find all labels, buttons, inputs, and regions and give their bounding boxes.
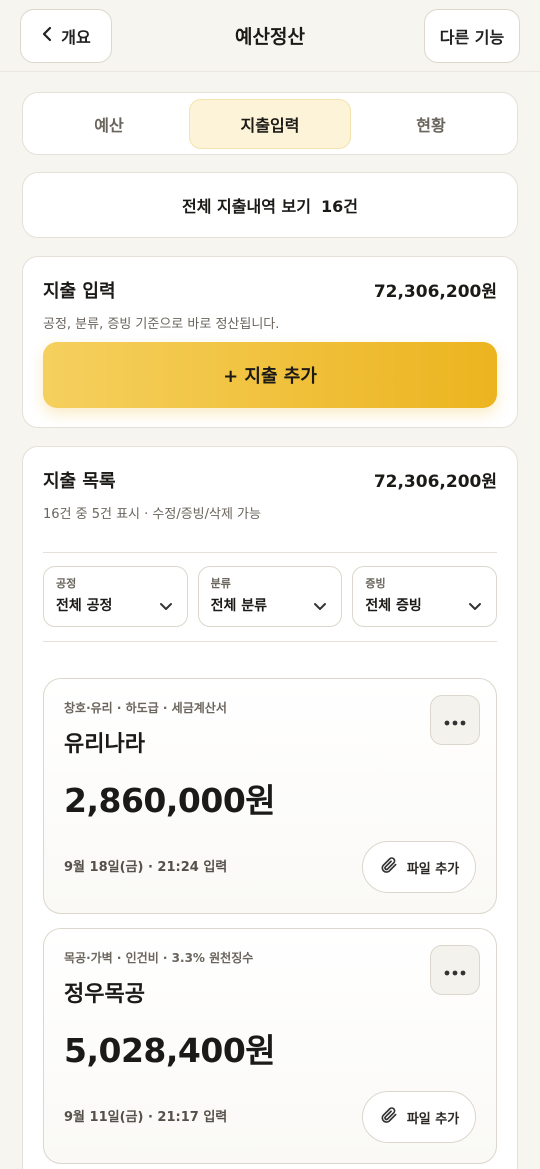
tab-budget[interactable]: 예산 — [29, 99, 189, 149]
expense-meta: 창호·유리 · 하도급 · 세금계산서 — [64, 701, 227, 715]
chevron-down-icon — [468, 597, 482, 616]
add-expense-button[interactable]: + 지출 추가 — [43, 342, 497, 408]
add-file-label: 파일 추가 — [406, 861, 460, 877]
add-file-button[interactable]: 파일 추가 — [362, 1091, 476, 1143]
view-all-count: 16건 — [320, 197, 358, 216]
tab-status[interactable]: 현황 — [351, 99, 511, 149]
paperclip-icon — [379, 1105, 399, 1129]
tab-bar: 예산 지출입력 현황 — [22, 92, 518, 155]
expense-list-section: 지출 목록 72,306,200원 16건 중 5건 표시 · 수정/증빙/삭제… — [22, 446, 518, 1169]
expense-vendor: 유리나라 — [64, 732, 145, 757]
chevron-down-icon — [313, 597, 327, 616]
view-all-label: 전체 지출내역 보기 — [182, 197, 311, 216]
expense-date: 9월 18일(금) · 21:24 입력 — [64, 860, 228, 875]
process-filter-select[interactable]: 공정 전체 공정 — [43, 566, 188, 627]
entry-total-amount: 72,306,200원 — [373, 282, 497, 302]
add-file-button[interactable]: 파일 추가 — [362, 841, 476, 893]
ellipsis-icon — [444, 961, 466, 980]
chevron-down-icon — [159, 597, 173, 616]
entry-section-subtitle: 공정, 분류, 증빙 기준으로 바로 정산됩니다. — [43, 317, 280, 332]
list-section-title: 지출 목록 — [43, 471, 116, 492]
expense-meta: 목공·가벽 · 인건비 · 3.3% 원천징수 — [64, 951, 254, 965]
list-total-amount: 72,306,200원 — [373, 472, 497, 492]
filter-label: 분류 — [210, 577, 231, 590]
expense-entry-section: 지출 입력 72,306,200원 공정, 분류, 증빙 기준으로 바로 정산됩… — [22, 256, 518, 428]
expense-card[interactable]: 목공·가벽 · 인건비 · 3.3% 원천징수 정우목공 5,028,400원 … — [43, 928, 497, 1164]
expense-card[interactable]: 창호·유리 · 하도급 · 세금계산서 유리나라 2,860,000원 9월 1… — [43, 678, 497, 914]
filter-label: 증빙 — [365, 577, 386, 590]
evidence-filter-select[interactable]: 증빙 전체 증빙 — [352, 566, 498, 627]
expense-amount: 2,860,000원 — [64, 781, 276, 820]
filter-row: 공정 전체 공정 분류 전체 분류 증빙 전체 증빙 — [43, 566, 498, 627]
expense-vendor: 정우목공 — [64, 982, 145, 1007]
category-filter-select[interactable]: 분류 전체 분류 — [197, 566, 343, 627]
more-options-button[interactable] — [430, 695, 480, 745]
other-features-button[interactable]: 다른 기능 — [424, 9, 520, 63]
filter-value: 전체 분류 — [210, 598, 268, 614]
tab-expense-input[interactable]: 지출입력 — [189, 98, 351, 149]
entry-section-title: 지출 입력 — [43, 281, 116, 302]
filter-value: 전체 증빙 — [365, 598, 422, 614]
divider — [43, 552, 497, 553]
add-file-label: 파일 추가 — [406, 1111, 460, 1127]
ellipsis-icon — [444, 711, 466, 730]
filter-label: 공정 — [56, 577, 77, 590]
app-header: 개요 예산정산 다른 기능 — [0, 0, 540, 72]
expense-amount: 5,028,400원 — [64, 1031, 276, 1070]
paperclip-icon — [379, 855, 399, 879]
expense-date: 9월 11일(금) · 21:17 입력 — [64, 1110, 228, 1125]
list-section-subtitle: 16건 중 5건 표시 · 수정/증빙/삭제 가능 — [43, 507, 261, 522]
divider — [43, 641, 497, 642]
more-options-button[interactable] — [430, 945, 480, 995]
view-all-expenses-button[interactable]: 전체 지출내역 보기 16건 — [22, 172, 518, 238]
filter-value: 전체 공정 — [56, 598, 113, 614]
